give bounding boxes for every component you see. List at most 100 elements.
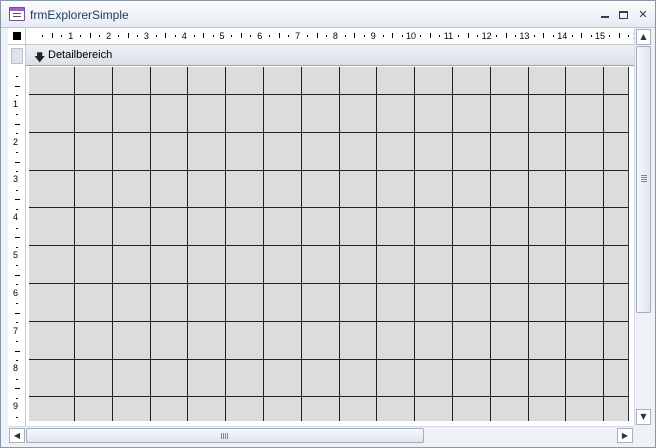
ruler-number: 11 [443, 31, 454, 41]
ruler-number: 13 [519, 31, 530, 41]
horizontal-ruler[interactable]: 12345678910111213141516 [26, 28, 634, 45]
ruler-number: 6 [257, 31, 263, 41]
ruler-tick [325, 35, 327, 37]
grip-icon [641, 175, 647, 176]
grid-line [339, 67, 340, 421]
horizontal-scroll-thumb[interactable] [26, 428, 424, 443]
title-bar[interactable]: frmExplorerSimple ✕ [1, 1, 655, 28]
grip-icon [221, 433, 222, 439]
ruler-number: 5 [13, 250, 19, 260]
grid-line [414, 67, 415, 421]
ruler-tick [15, 199, 20, 201]
grid-line [29, 94, 628, 95]
ruler-number: 4 [181, 31, 187, 41]
ruler-tick [429, 33, 431, 38]
vertical-scroll-thumb[interactable] [636, 46, 651, 313]
ruler-tick [618, 33, 620, 38]
ruler-tick [80, 35, 82, 37]
detail-section-grid[interactable] [29, 67, 629, 421]
close-button[interactable]: ✕ [635, 8, 651, 22]
ruler-number: 12 [481, 31, 492, 41]
ruler-tick [193, 35, 195, 37]
ruler-tick [571, 35, 573, 37]
grid-line [490, 67, 491, 421]
ruler-number: 8 [13, 363, 19, 374]
ruler-tick [15, 85, 20, 87]
grid-line [112, 67, 113, 421]
ruler-tick [51, 33, 53, 38]
scroll-up-arrow-icon[interactable]: ▲ [636, 29, 651, 45]
ruler-number: 8 [332, 31, 338, 41]
ruler-number: 7 [295, 31, 301, 41]
ruler-number: 5 [219, 31, 225, 41]
ruler-number: 3 [143, 31, 149, 41]
grid-line [29, 170, 628, 171]
grid-line [29, 283, 628, 284]
scroll-right-arrow-icon[interactable]: ▶ [617, 428, 633, 443]
vertical-scrollbar[interactable]: ▲ ▼ [634, 28, 651, 426]
ruler-tick [136, 35, 138, 37]
grid-line [528, 67, 529, 421]
form-design-window: frmExplorerSimple ✕ 1 2 3 4 5 6 7 8 9 10 11 12 13 14 1… [0, 0, 656, 448]
ruler-tick [16, 170, 18, 172]
ruler-tick [467, 33, 469, 38]
grid-line [376, 67, 377, 421]
ruler-tick [16, 208, 18, 210]
size-grip[interactable] [634, 426, 651, 443]
section-selector[interactable] [11, 48, 23, 64]
grid-line [225, 67, 226, 421]
ruler-tick [344, 35, 346, 37]
ruler-number: 3 [13, 174, 19, 185]
ruler-tick [552, 35, 554, 37]
section-header-detail[interactable]: 🡇 Detailbereich [26, 45, 634, 66]
ruler-tick [16, 378, 18, 380]
ruler-tick [16, 303, 18, 305]
vertical-ruler[interactable]: 1 2 3 4 5 6 7 8 9 [8, 45, 26, 426]
ruler-tick [15, 350, 20, 352]
ruler-tick [99, 35, 101, 37]
section-label: Detailbereich [48, 49, 113, 61]
maximize-button[interactable] [615, 8, 631, 22]
form-icon [9, 7, 25, 21]
grid-line [603, 67, 604, 421]
grid-line [29, 245, 628, 246]
ruler-tick [628, 35, 630, 37]
form-selector-button[interactable] [8, 28, 26, 45]
grid-line [29, 359, 628, 360]
ruler-tick [392, 33, 394, 38]
ruler-number: 1 [68, 31, 74, 41]
ruler-tick [127, 33, 129, 38]
grid-line [29, 207, 628, 208]
section-down-arrow-icon: 🡇 [34, 51, 46, 64]
minimize-button[interactable] [597, 8, 613, 22]
ruler-tick [533, 35, 535, 37]
ruler-tick [288, 35, 290, 37]
ruler-tick [590, 35, 592, 37]
ruler-number: 4 [13, 212, 19, 223]
ruler-tick [15, 237, 20, 239]
grid-line [565, 67, 566, 421]
ruler-tick [16, 76, 18, 78]
ruler-number: 2 [13, 136, 19, 147]
scroll-down-arrow-icon[interactable]: ▼ [636, 409, 651, 425]
ruler-tick [354, 33, 356, 38]
ruler-tick [269, 35, 271, 37]
scroll-left-arrow-icon[interactable]: ◀ [9, 428, 25, 443]
form-designer: 12345678910111213141516 123456789 🡇 Deta… [8, 28, 634, 426]
ruler-tick [15, 161, 20, 163]
ruler-tick [514, 35, 516, 37]
ruler-tick [212, 35, 214, 37]
minimize-icon [601, 16, 609, 18]
ruler-tick [165, 33, 167, 38]
ruler-tick [240, 33, 242, 38]
ruler-tick [15, 274, 20, 276]
ruler-tick [118, 35, 120, 37]
grid-line [74, 67, 75, 421]
ruler-number: 7 [13, 325, 19, 336]
ruler-tick [155, 35, 157, 37]
ruler-tick [382, 35, 384, 37]
ruler-tick [16, 359, 18, 361]
horizontal-scrollbar[interactable]: ◀ ▶ [8, 426, 634, 443]
ruler-tick [16, 341, 18, 343]
ruler-tick [231, 35, 233, 37]
